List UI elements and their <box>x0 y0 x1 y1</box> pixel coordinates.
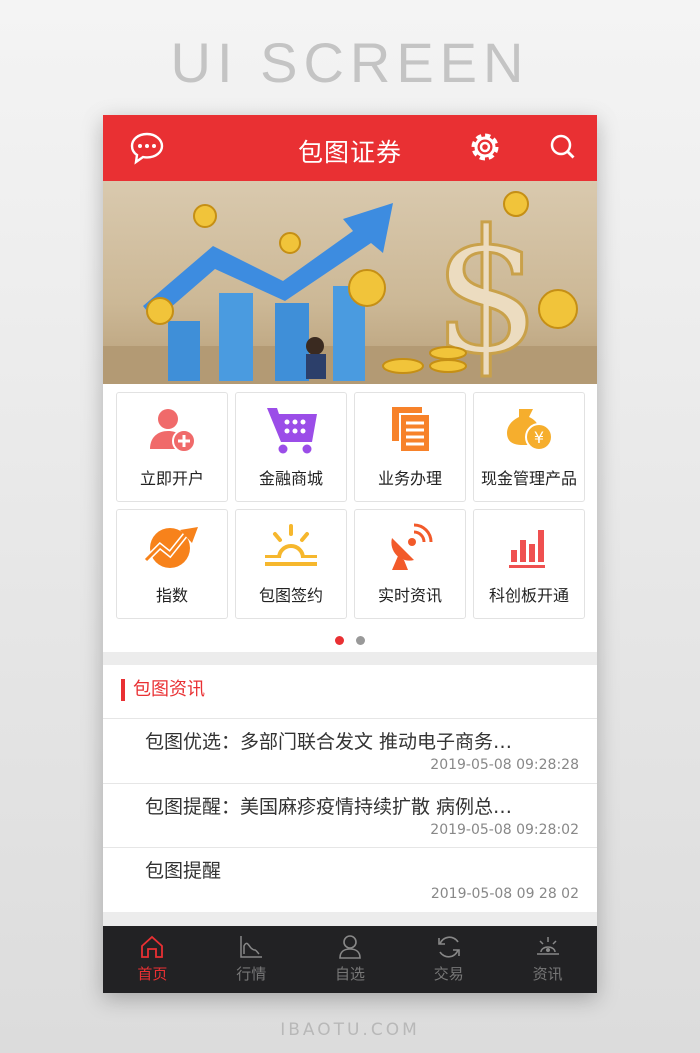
poster-heading: UI SCREEN <box>170 31 530 94</box>
promo-banner[interactable]: $ <box>103 181 597 384</box>
news-title: 包图优选：多部门联合发文 推动电子商务… <box>145 731 513 753</box>
tile-index[interactable]: 指数 <box>116 509 228 619</box>
tile-label: 业务办理 <box>377 469 442 488</box>
tab-label: 行情 <box>236 965 267 983</box>
news-date: 2019-05-08 09:28:28 <box>430 757 579 773</box>
tile-cash-management[interactable]: ¥ 现金管理产品 <box>473 392 585 502</box>
add-user-icon <box>150 409 196 453</box>
tab-label: 首页 <box>137 965 168 983</box>
cart-icon <box>267 408 317 454</box>
news-item[interactable]: 包图提醒 2019-05-08 09 28 02 <box>103 847 597 912</box>
svg-text:¥: ¥ <box>534 428 544 447</box>
tab-home[interactable]: 首页 <box>103 926 202 993</box>
tile-finance-mall[interactable]: 金融商城 <box>235 392 347 502</box>
tile-label: 现金管理产品 <box>480 469 577 488</box>
banner-illustration: $ <box>103 191 597 384</box>
tab-label: 资讯 <box>532 965 563 983</box>
news-list: 包图优选：多部门联合发文 推动电子商务… 2019-05-08 09:28:28 … <box>103 718 597 912</box>
news-title: 包图提醒 <box>145 860 222 882</box>
tab-label: 自选 <box>334 965 365 983</box>
page-dot[interactable] <box>356 636 365 645</box>
search-icon[interactable] <box>549 133 577 161</box>
divider <box>103 652 597 665</box>
tile-label: 科创板开通 <box>488 586 569 605</box>
tile-business[interactable]: 业务办理 <box>354 392 466 502</box>
tile-open-account[interactable]: 立即开户 <box>116 392 228 502</box>
news-item[interactable]: 包图优选：多部门联合发文 推动电子商务… 2019-05-08 09:28:28 <box>103 718 597 783</box>
refresh-icon <box>437 936 460 958</box>
divider <box>103 912 597 926</box>
tab-watchlist[interactable]: 自选 <box>301 926 400 993</box>
home-icon <box>141 935 164 958</box>
satellite-icon <box>391 523 433 570</box>
news-title: 包图提醒：美国麻疹疫情持续扩散 病例总… <box>145 795 513 818</box>
tab-trade[interactable]: 交易 <box>399 926 498 993</box>
news-date: 2019-05-08 09 28 02 <box>430 886 579 902</box>
phone-screen: 包图证券 $ 立即开户 金融商城 业务办理 ¥ 现金管理产品 指数 包图签约 实时… <box>103 115 597 993</box>
news-item[interactable]: 包图提醒：美国麻疹疫情持续扩散 病例总… 2019-05-08 09:28:02 <box>103 782 597 848</box>
news-date: 2019-05-08 09:28:02 <box>430 821 579 838</box>
tile-label: 金融商城 <box>258 469 323 488</box>
poster-footer: IBAOTU.COM <box>280 1020 420 1040</box>
tab-news[interactable]: 资讯 <box>498 926 597 993</box>
chart-icon <box>240 936 263 958</box>
tile-label: 包图签约 <box>258 586 323 605</box>
tile-label: 实时资讯 <box>377 586 442 605</box>
tile-sign[interactable]: 包图签约 <box>235 509 347 619</box>
tile-label: 立即开户 <box>139 469 204 488</box>
app-title: 包图证券 <box>297 138 402 167</box>
document-icon <box>392 407 431 453</box>
eye-icon <box>536 937 559 955</box>
top-bar: 包图证券 <box>103 115 597 181</box>
news-section-title: 包图资讯 <box>121 679 205 701</box>
tile-star-market[interactable]: 科创板开通 <box>473 509 585 619</box>
feature-grid: 立即开户 金融商城 业务办理 ¥ 现金管理产品 指数 包图签约 实时资讯 科创板开… <box>116 392 585 619</box>
money-bag-icon: ¥ <box>507 409 553 451</box>
tile-realtime-news[interactable]: 实时资讯 <box>354 509 466 619</box>
tab-label: 交易 <box>433 965 464 983</box>
tile-label: 指数 <box>155 586 188 605</box>
page-indicator <box>103 636 597 645</box>
user-icon <box>339 935 361 959</box>
bottom-tab-bar: 首页 行情 自选 交易 资讯 <box>103 926 597 993</box>
trend-icon <box>144 527 198 568</box>
gear-icon[interactable] <box>468 130 502 164</box>
page-dot-active[interactable] <box>335 636 344 645</box>
sunrise-icon <box>265 524 317 566</box>
tab-market[interactable]: 行情 <box>202 926 301 993</box>
bar-chart-icon <box>509 530 545 568</box>
